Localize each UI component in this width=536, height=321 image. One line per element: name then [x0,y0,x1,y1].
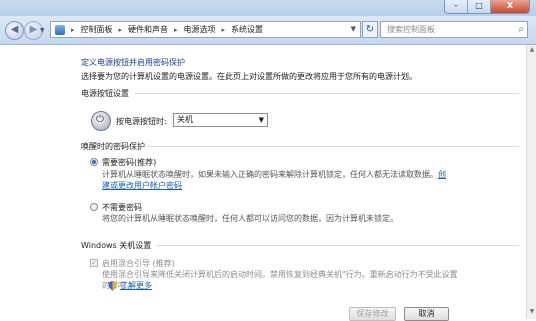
search-placeholder: 搜索控制面板 [387,25,435,34]
maximize-button[interactable]: □ [467,0,490,13]
power-icon [91,111,111,131]
hybrid-boot-desc: 使用混合引导来降低关闭计算机后的启动时间。禁用恢复到经典关机"行为。重新启动行为… [102,270,458,279]
breadcrumb-separator-icon[interactable]: ▸ [119,26,123,34]
search-input[interactable]: 搜索控制面板 ⌕ [380,21,528,38]
divider [157,245,519,246]
hybrid-boot-checkbox[interactable]: ✓ [90,259,98,267]
address-bar[interactable]: ▸ 控制面板 ▸ 硬件和声音 ▸ 电源选项 ▸ 系统设置 ▼ [50,21,361,38]
hybrid-boot-label: 启用混合引导 (推荐) [102,259,175,268]
scroll-down-icon[interactable]: ▼ [528,308,536,318]
breadcrumb-power-options[interactable]: 电源选项 [184,24,216,35]
search-icon[interactable]: ⌕ [518,22,524,37]
power-button-action-value: 关机 [177,115,193,124]
wake-password-section-heading: 唤醒时的密码保护 [81,142,145,151]
breadcrumb-separator-icon[interactable]: ▸ [174,26,178,34]
divider [148,146,519,147]
close-button[interactable]: X [490,0,529,13]
change-password-link[interactable]: 建或更改用户帐户密码 [102,180,182,191]
vertical-scrollbar[interactable]: ▲ ▼ [526,45,536,319]
require-password-desc: 计算机从睡眠状态唤醒时，如果未输入正确的密码来解除计算机锁定，任何人都无法读取数… [102,170,446,179]
require-password-label[interactable]: 需要密码(推荐) [102,157,156,168]
power-button-action-select[interactable]: 关机 ▼ [173,113,268,127]
page-title: 定义电源按钮并启用密码保护 [81,58,185,67]
shutdown-section-heading: Windows 关机设置 [81,241,152,250]
address-dropdown-icon[interactable]: ▼ [351,25,356,33]
recent-pages-dropdown-icon[interactable]: ▼ [40,27,45,34]
breadcrumb: 控制面板 ▸ 硬件和声音 ▸ 电源选项 ▸ 系统设置 [81,24,264,35]
window-controls: – □ X [444,0,530,14]
control-panel-icon [55,24,65,35]
no-password-desc: 将您的计算机从睡眠状态唤醒时，任何人都可以访问您的数据，因为计算机未锁定。 [102,214,398,223]
breadcrumb-separator-icon[interactable]: ▸ [222,26,226,34]
navigation-bar: ◀ ▶ ▼ ▸ 控制面板 ▸ 硬件和声音 ▸ 电源选项 ▸ 系统设置 ▼ ↻ 搜… [0,16,536,45]
page-intro: 选择要为您的计算机设置的电源设置。在此页上对设置所做的更改将应用于您所有的电源计… [81,72,417,81]
back-button[interactable]: ◀ [5,21,24,40]
title-bar: – □ X [0,0,536,16]
breadcrumb-control-panel[interactable]: 控制面板 [81,24,113,35]
no-password-radio[interactable] [90,203,98,211]
scroll-up-icon[interactable]: ▲ [528,46,536,56]
change-password-link-start[interactable]: 创 [438,170,446,179]
no-password-label[interactable]: 不需要密码 [102,202,142,213]
power-button-section-heading: 电源按钮设置 [81,89,129,98]
minimize-button[interactable]: – [445,0,467,13]
power-button-label: 按电源按钮时: [116,117,167,126]
breadcrumb-system-settings[interactable]: 系统设置 [231,24,263,35]
shield-icon [108,281,117,291]
divider [135,93,519,94]
require-password-radio[interactable] [90,158,98,166]
breadcrumb-hardware-sound[interactable]: 硬件和声音 [128,24,168,35]
learn-more-link[interactable]: 了解更多 [120,280,152,291]
chevron-down-icon: ▼ [258,116,264,124]
refresh-button[interactable]: ↻ [362,21,378,38]
breadcrumb-separator-icon[interactable]: ▸ [71,26,75,34]
